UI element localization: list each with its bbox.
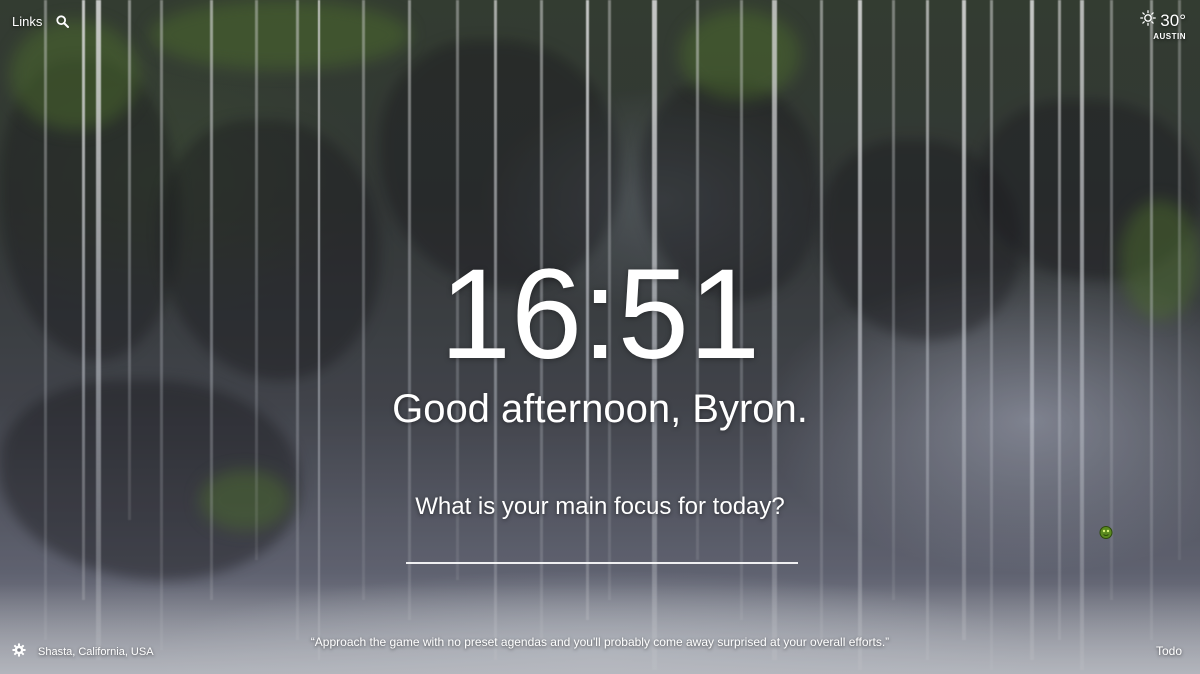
daily-quote[interactable]: “Approach the game with no preset agenda… (300, 634, 900, 650)
weather-temperature: 30° (1160, 10, 1186, 30)
gear-icon[interactable] (12, 643, 26, 660)
focus-question: What is your main focus for today? (415, 493, 785, 520)
dashboard-page: Links 30° AUSTIN 16:51 Good afternoon, B… (0, 0, 1200, 674)
extension-badge-icon[interactable] (1098, 524, 1114, 540)
bottom-left-bar: Shasta, California, USA (12, 643, 154, 660)
search-icon[interactable] (56, 15, 70, 28)
focus-input[interactable] (406, 526, 798, 564)
greeting-text: Good afternoon, Byron. (392, 387, 808, 431)
links-button[interactable]: Links (12, 14, 42, 29)
weather-widget[interactable]: 30° AUSTIN (1140, 10, 1186, 41)
photo-location-link[interactable]: Shasta, California, USA (38, 646, 154, 658)
top-left-bar: Links (12, 14, 70, 29)
weather-location: AUSTIN (1153, 32, 1186, 41)
todo-button[interactable]: Todo (1156, 644, 1182, 658)
clock-time[interactable]: 16:51 (0, 240, 1200, 390)
sun-icon (1140, 10, 1157, 31)
